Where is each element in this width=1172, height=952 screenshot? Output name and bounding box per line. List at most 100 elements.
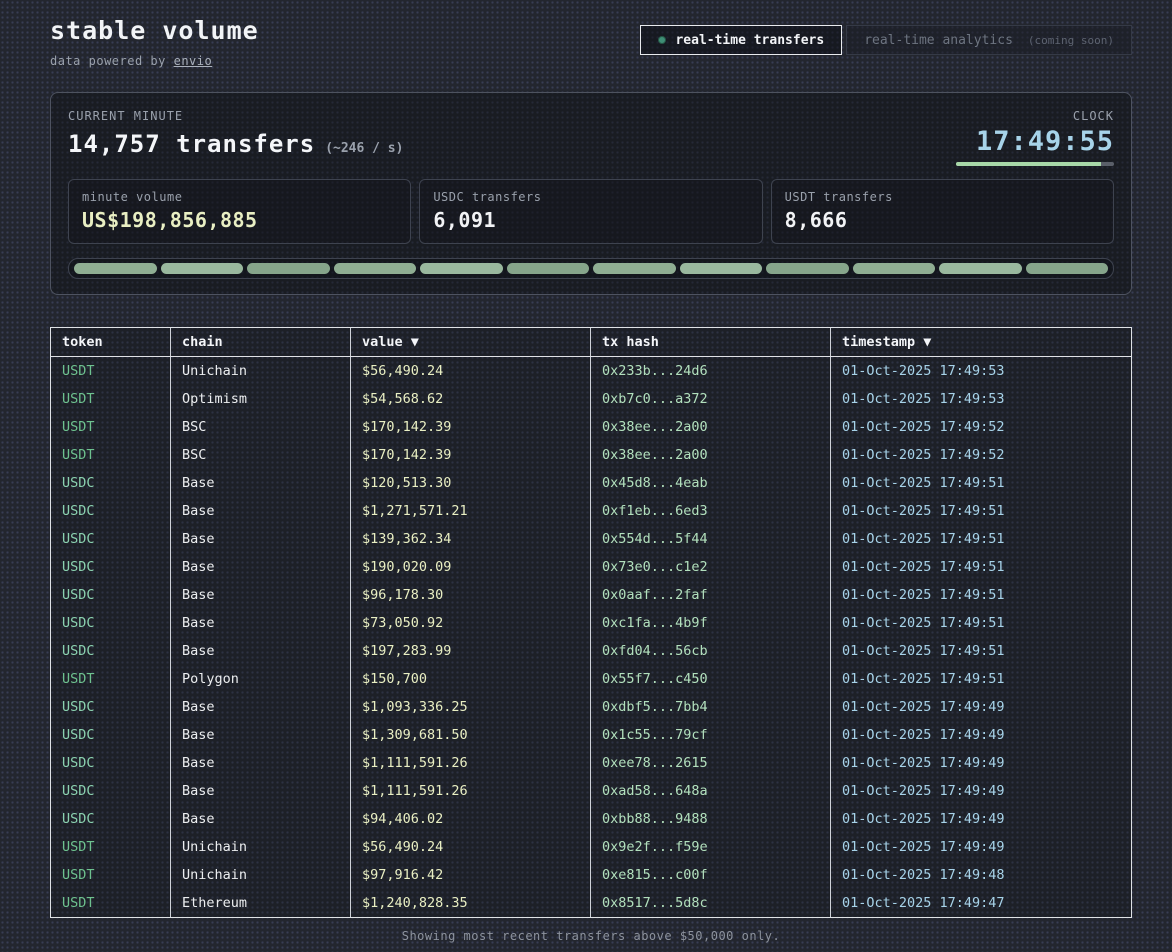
cell-tx-hash: 0x38ee...2a00 <box>591 413 831 441</box>
cell-token: USDC <box>51 777 171 805</box>
table-row: USDTBSC$170,142.390x38ee...2a0001-Oct-20… <box>51 441 1131 469</box>
cell-chain: Base <box>171 693 351 721</box>
table-row: USDTUnichain$97,916.420xe815...c00f01-Oc… <box>51 861 1131 889</box>
cell-token: USDT <box>51 413 171 441</box>
stat-usdc-transfers: USDC transfers 6,091 <box>419 179 762 244</box>
cell-token: USDC <box>51 609 171 637</box>
cell-timestamp: 01-Oct-2025 17:49:51 <box>831 525 1131 553</box>
table-row: USDCBase$73,050.920xc1fa...4b9f01-Oct-20… <box>51 609 1131 637</box>
current-minute-label: CURRENT MINUTE <box>68 109 403 123</box>
minute-bar-segment <box>74 263 157 274</box>
tab-bar: real-time transfers real-time analytics … <box>640 25 1132 55</box>
cell-value: $150,700 <box>351 665 591 693</box>
table-row: USDCBase$1,111,591.260xad58...648a01-Oct… <box>51 777 1131 805</box>
current-minute-panel: CURRENT MINUTE 14,757 transfers (~246 / … <box>50 92 1132 295</box>
table-row: USDTUnichain$56,490.240x233b...24d601-Oc… <box>51 357 1131 385</box>
table-row: USDCBase$197,283.990xfd04...56cb01-Oct-2… <box>51 637 1131 665</box>
cell-token: USDC <box>51 553 171 581</box>
minute-bar-segment <box>853 263 936 274</box>
cell-timestamp: 01-Oct-2025 17:49:52 <box>831 413 1131 441</box>
cell-token: USDC <box>51 721 171 749</box>
cell-tx-hash: 0xdbf5...7bb4 <box>591 693 831 721</box>
page-title: stable volume <box>50 16 259 45</box>
clock-progress-fill <box>956 162 1101 166</box>
cell-value: $56,490.24 <box>351 833 591 861</box>
cell-chain: Base <box>171 805 351 833</box>
cell-timestamp: 01-Oct-2025 17:49:49 <box>831 749 1131 777</box>
powered-by-text: data powered by <box>50 54 174 68</box>
table-row: USDTOptimism$54,568.620xb7c0...a37201-Oc… <box>51 385 1131 413</box>
minute-bar-segment <box>766 263 849 274</box>
page: stable volume data powered by envio real… <box>0 0 1172 943</box>
cell-chain: Base <box>171 749 351 777</box>
col-header-token[interactable]: token <box>51 328 171 356</box>
tab-real-time-analytics[interactable]: real-time analytics (coming soon) <box>846 25 1132 55</box>
table-row: USDCBase$1,093,336.250xdbf5...7bb401-Oct… <box>51 693 1131 721</box>
table-row: USDCBase$94,406.020xbb88...948801-Oct-20… <box>51 805 1131 833</box>
cell-tx-hash: 0x1c55...79cf <box>591 721 831 749</box>
cell-tx-hash: 0xbb88...9488 <box>591 805 831 833</box>
stat-label: minute volume <box>82 190 397 204</box>
cell-chain: Base <box>171 721 351 749</box>
cell-timestamp: 01-Oct-2025 17:49:49 <box>831 777 1131 805</box>
cell-tx-hash: 0x55f7...c450 <box>591 665 831 693</box>
clock-time: 17:49:55 <box>956 126 1114 157</box>
cell-timestamp: 01-Oct-2025 17:49:49 <box>831 721 1131 749</box>
table-row: USDCBase$1,111,591.260xee78...261501-Oct… <box>51 749 1131 777</box>
cell-chain: Base <box>171 469 351 497</box>
cell-chain: Base <box>171 581 351 609</box>
cell-token: USDT <box>51 357 171 385</box>
cell-timestamp: 01-Oct-2025 17:49:51 <box>831 637 1131 665</box>
minute-bar-segment <box>161 263 244 274</box>
tab-real-time-transfers[interactable]: real-time transfers <box>640 25 842 55</box>
cell-value: $1,093,336.25 <box>351 693 591 721</box>
cell-tx-hash: 0x8517...5d8c <box>591 889 831 917</box>
minute-bar-segment <box>939 263 1022 274</box>
cell-value: $96,178.30 <box>351 581 591 609</box>
cell-token: USDC <box>51 693 171 721</box>
cell-timestamp: 01-Oct-2025 17:49:49 <box>831 693 1131 721</box>
cell-tx-hash: 0xee78...2615 <box>591 749 831 777</box>
cell-tx-hash: 0x233b...24d6 <box>591 357 831 385</box>
cell-chain: Unichain <box>171 861 351 889</box>
cell-token: USDT <box>51 665 171 693</box>
powered-by: data powered by envio <box>50 54 259 68</box>
clock-block: CLOCK 17:49:55 <box>956 109 1114 166</box>
col-header-value[interactable]: value ▼ <box>351 328 591 356</box>
col-header-chain[interactable]: chain <box>171 328 351 356</box>
cell-tx-hash: 0x45d8...4eab <box>591 469 831 497</box>
cell-timestamp: 01-Oct-2025 17:49:53 <box>831 385 1131 413</box>
cell-value: $97,916.42 <box>351 861 591 889</box>
tab-label: real-time analytics <box>864 33 1013 48</box>
cell-value: $1,111,591.26 <box>351 749 591 777</box>
cell-token: USDC <box>51 497 171 525</box>
cell-timestamp: 01-Oct-2025 17:49:51 <box>831 497 1131 525</box>
cell-tx-hash: 0xe815...c00f <box>591 861 831 889</box>
clock-label: CLOCK <box>956 109 1114 123</box>
cell-tx-hash: 0xf1eb...6ed3 <box>591 497 831 525</box>
cell-chain: Base <box>171 553 351 581</box>
cell-value: $1,271,571.21 <box>351 497 591 525</box>
cell-tx-hash: 0x38ee...2a00 <box>591 441 831 469</box>
minute-bar-segment <box>507 263 590 274</box>
cell-value: $170,142.39 <box>351 413 591 441</box>
col-header-timestamp[interactable]: timestamp ▼ <box>831 328 1131 356</box>
table-body: USDTUnichain$56,490.240x233b...24d601-Oc… <box>51 357 1131 917</box>
cell-token: USDC <box>51 581 171 609</box>
cell-value: $73,050.92 <box>351 609 591 637</box>
table-row: USDTUnichain$56,490.240x9e2f...f59e01-Oc… <box>51 833 1131 861</box>
stat-minute-volume: minute volume US$198,856,885 <box>68 179 411 244</box>
cell-token: USDC <box>51 469 171 497</box>
transfers-rate: (~246 / s) <box>325 141 403 156</box>
cell-timestamp: 01-Oct-2025 17:49:47 <box>831 889 1131 917</box>
envio-link[interactable]: envio <box>174 54 213 68</box>
cell-value: $170,142.39 <box>351 441 591 469</box>
col-header-tx-hash[interactable]: tx hash <box>591 328 831 356</box>
table-row: USDTEthereum$1,240,828.350x8517...5d8c01… <box>51 889 1131 917</box>
cell-tx-hash: 0xad58...648a <box>591 777 831 805</box>
cell-timestamp: 01-Oct-2025 17:49:53 <box>831 357 1131 385</box>
cell-chain: Base <box>171 609 351 637</box>
cell-chain: Polygon <box>171 665 351 693</box>
cell-timestamp: 01-Oct-2025 17:49:51 <box>831 581 1131 609</box>
cell-token: USDT <box>51 385 171 413</box>
